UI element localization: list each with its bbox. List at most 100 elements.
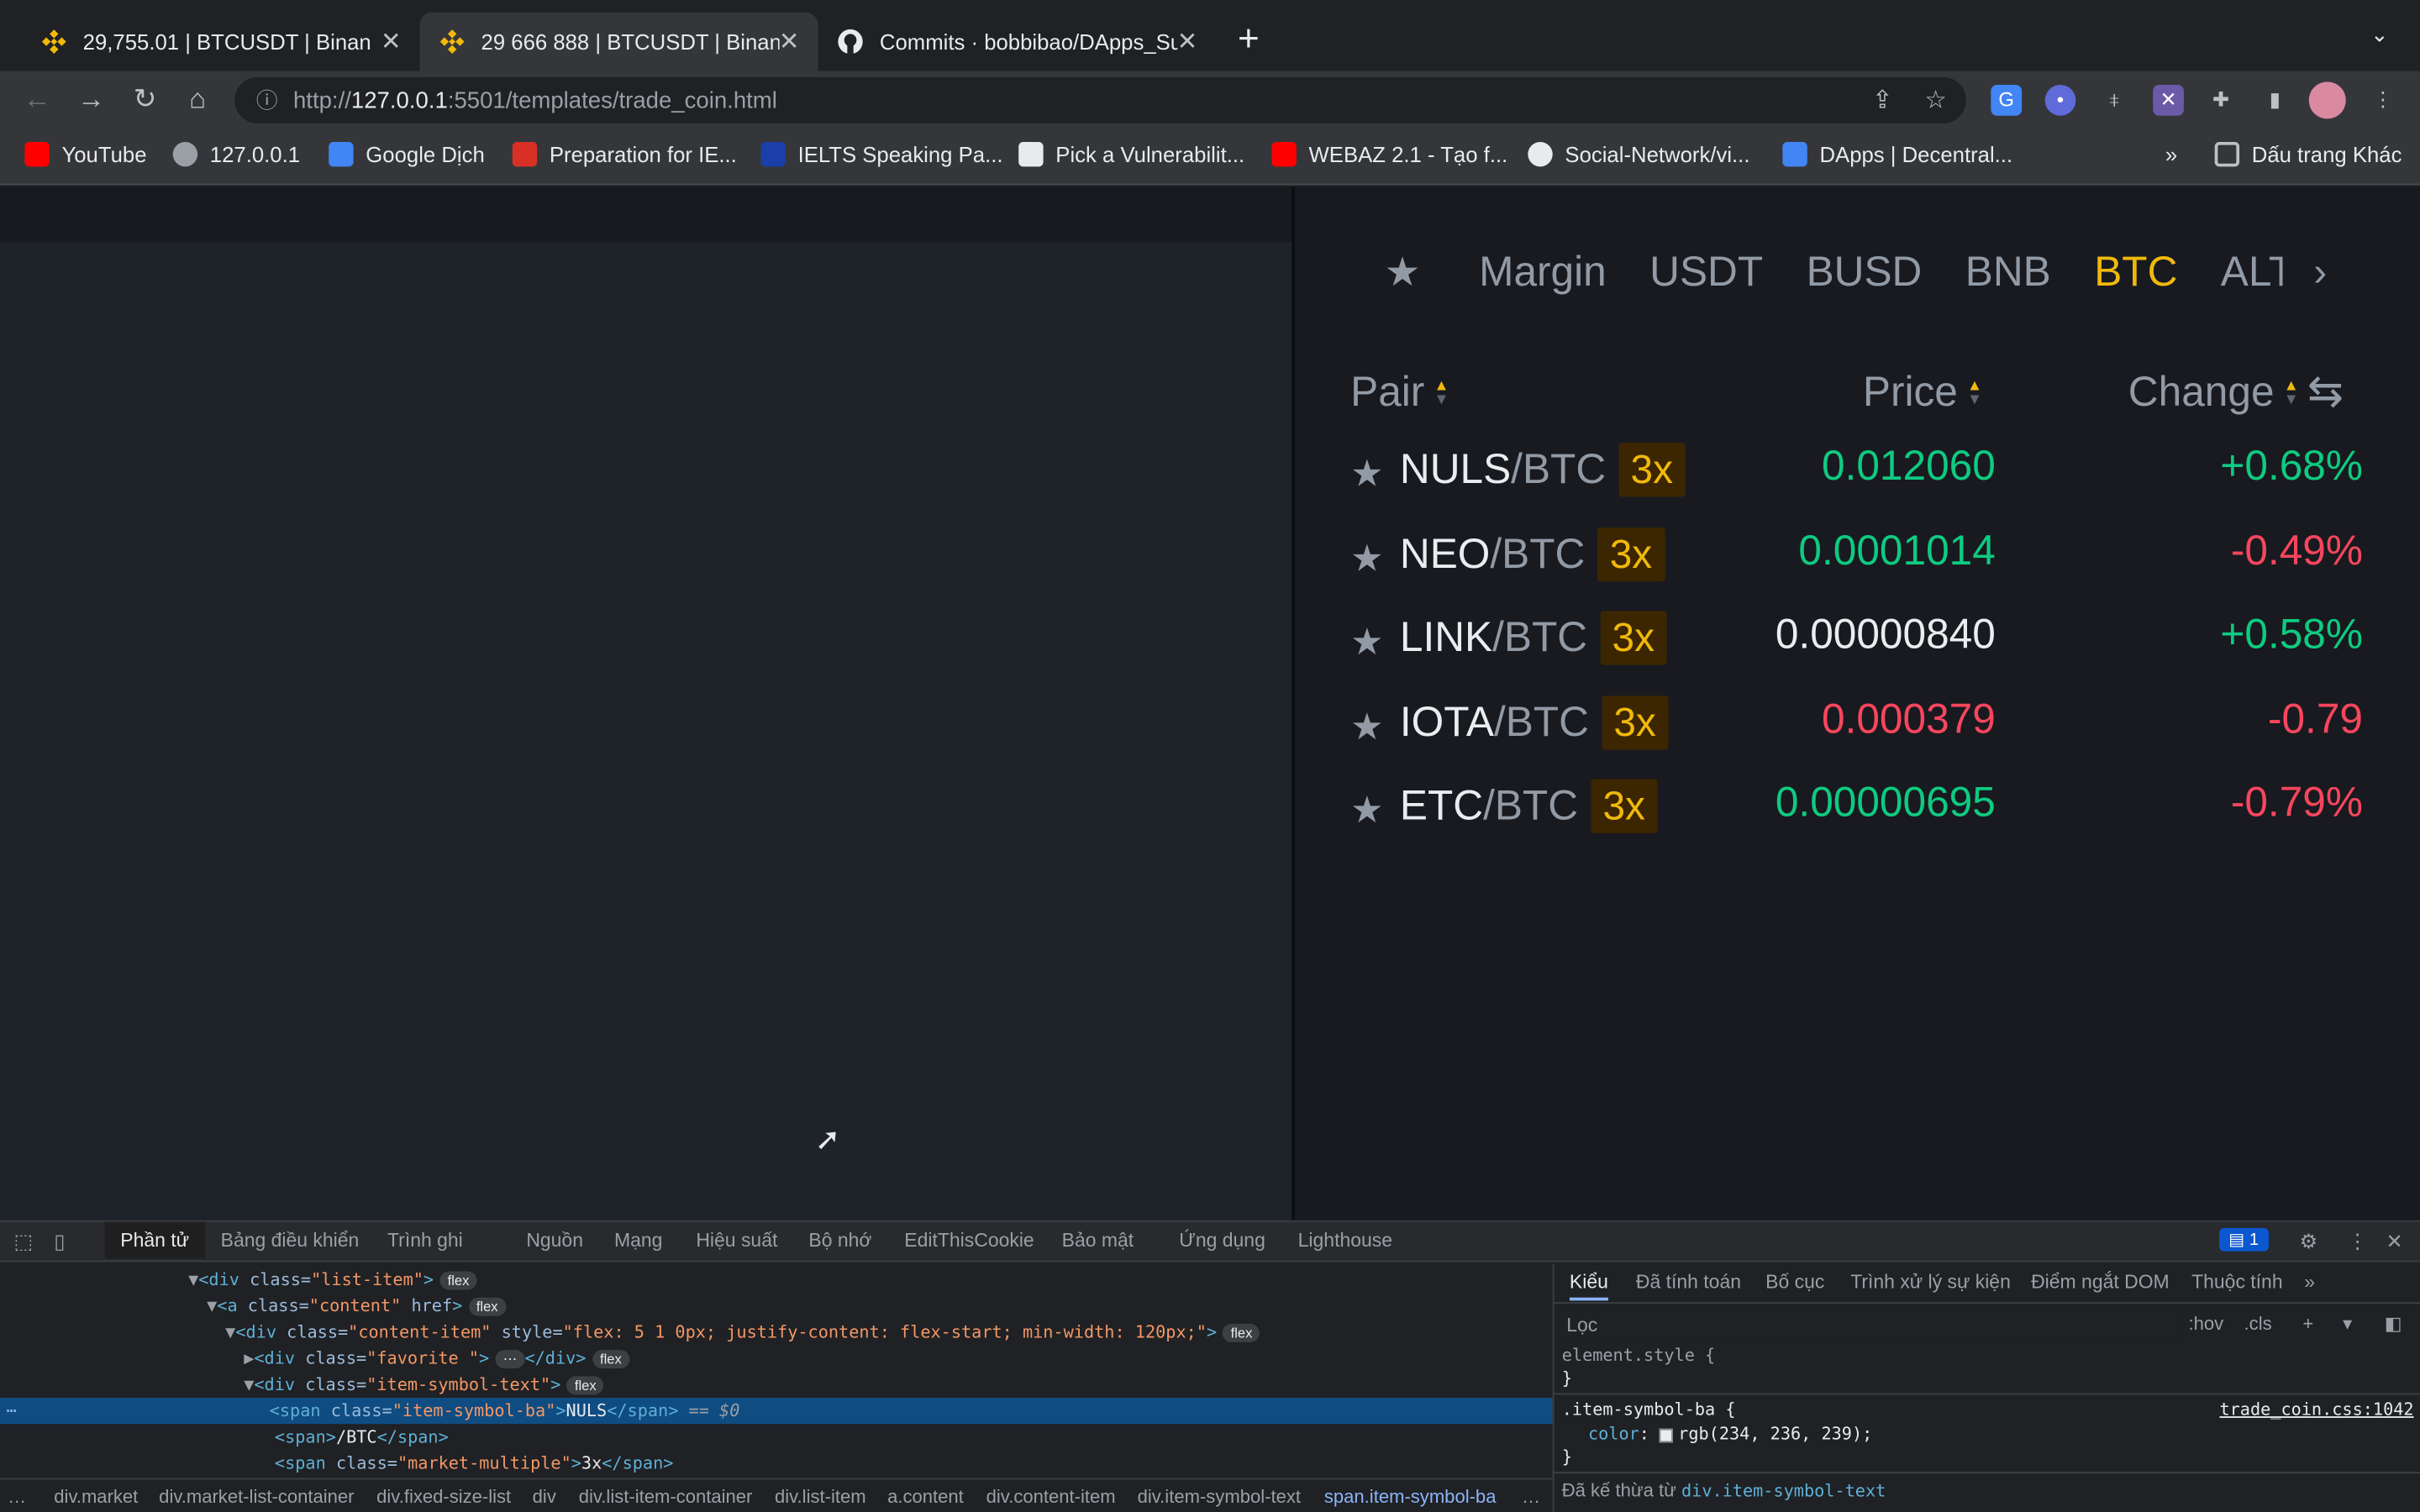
gear-icon[interactable]: ⚙ [2300, 1230, 2317, 1254]
share-icon[interactable]: ⇪ [1872, 85, 1893, 116]
star-icon[interactable]: ★ [1350, 536, 1384, 580]
issues-badge[interactable]: ▤ 1 [2219, 1228, 2269, 1252]
breadcrumb-item[interactable]: div.list-item-container [579, 1486, 753, 1508]
devtools-tab-recorder[interactable]: Trình ghi [387, 1230, 463, 1252]
tab-margin[interactable]: Margin [1479, 249, 1607, 297]
tab-usdt[interactable]: USDT [1649, 249, 1763, 297]
dom-node[interactable]: <span class="market-multiple">3x</span> [275, 1450, 673, 1476]
tab-alts[interactable]: ALTS [2221, 249, 2283, 297]
breadcrumb-item[interactable]: a.content [887, 1486, 964, 1508]
bookmark-youtube[interactable]: YouTube [24, 141, 147, 167]
menu-icon[interactable]: ⋮ [2367, 85, 2398, 116]
avatar[interactable] [2308, 81, 2346, 119]
forward-icon[interactable]: → [72, 83, 109, 116]
bookmarks-overflow[interactable]: » [2165, 142, 2177, 166]
breadcrumb-item[interactable]: div [533, 1486, 556, 1508]
dom-node-selected[interactable]: ⋯ <span class="item-symbol-ba">NULS</span… [0, 1398, 1553, 1425]
info-icon[interactable]: ⓘ [256, 85, 278, 116]
close-icon[interactable]: ✕ [2386, 1230, 2403, 1254]
devtools-tab-console[interactable]: Bảng điều khiển [221, 1230, 360, 1252]
close-icon[interactable]: ✕ [381, 26, 402, 57]
tab-btc[interactable]: BTC [2094, 249, 2177, 297]
devtools-tab-elements[interactable]: Phần tử [104, 1221, 205, 1259]
market-row[interactable]: ★ NULS/BTC 3x 0.012060 +0.68% [1350, 443, 2363, 504]
breadcrumb-item[interactable]: div.market [54, 1486, 138, 1508]
address-bar[interactable]: ⓘ http://127.0.0.1:5501/templates/trade_… [234, 76, 1966, 123]
devtools-tab-network[interactable]: Mạng [614, 1230, 662, 1252]
bookmark-webaz[interactable]: WEBAZ 2.1 - Tạo f... [1271, 141, 1507, 167]
star-icon[interactable]: ☆ [1924, 85, 1946, 116]
dom-node[interactable]: <span>/BTC</span> [275, 1424, 449, 1450]
breadcrumb-more[interactable]: … [1522, 1486, 1540, 1508]
header-change[interactable]: Change ▲ ▼ [2128, 369, 2299, 417]
dom-node[interactable]: ▼<div class="content-item" style="flex: … [225, 1319, 1260, 1345]
extension-face-icon[interactable]: • [2044, 85, 2076, 116]
star-icon[interactable]: ★ [1350, 620, 1384, 664]
new-tab-button[interactable]: + [1238, 18, 1260, 61]
bookmark-google-translate[interactable]: Google Dịch [329, 141, 485, 167]
color-swatch[interactable] [1660, 1427, 1674, 1442]
add-rule-icon[interactable]: + [2302, 1313, 2313, 1335]
styles-tab-dom-breakpoints[interactable]: Điểm ngắt DOM [2031, 1271, 2170, 1293]
breadcrumb-more[interactable]: … [8, 1486, 26, 1508]
bookmark-ielts-prep[interactable]: Preparation for IE... [512, 141, 737, 167]
back-icon[interactable]: ← [18, 83, 55, 116]
tab-bnb[interactable]: BNB [1965, 249, 2051, 297]
bookmark-vulnerability[interactable]: Pick a Vulnerabilit... [1018, 141, 1244, 167]
devtools-tab-performance[interactable]: Hiệu suất [696, 1230, 777, 1252]
browser-tab-3[interactable]: Commits · bobbibao/DApps_Su ✕ [818, 13, 1216, 71]
extension-icon[interactable]: ⧧ [2099, 85, 2130, 116]
devtools-tab-lighthouse[interactable]: Lighthouse [1298, 1230, 1392, 1252]
paint-icon[interactable]: ▾ [2343, 1313, 2352, 1335]
styles-tab-properties[interactable]: Thuộc tính [2191, 1271, 2283, 1293]
css-declaration[interactable]: color: rgb(234, 236, 239); [1588, 1424, 1872, 1444]
tab-busd[interactable]: BUSD [1807, 249, 1923, 297]
inherited-from-link[interactable]: div.item-symbol-text [1681, 1481, 1886, 1501]
devtools-tab-editthiscookie[interactable]: EditThisCookie [904, 1230, 1034, 1252]
reload-icon[interactable]: ↻ [127, 83, 164, 116]
css-rule-selector[interactable]: .item-symbol-ba { [1562, 1399, 1736, 1420]
breadcrumb-item[interactable]: div.content-item [986, 1486, 1116, 1508]
breadcrumb-item[interactable]: div.item-symbol-text [1138, 1486, 1301, 1508]
header-price[interactable]: Price ▲ ▼ [1863, 369, 1982, 417]
css-source-link[interactable]: trade_coin.css:1042 [2219, 1399, 2413, 1420]
devtools-tab-sources[interactable]: Nguồn [526, 1230, 583, 1252]
element-style-rule[interactable]: element.style { [1562, 1346, 1715, 1366]
header-pair[interactable]: Pair ▲ ▼ [1350, 369, 1449, 417]
bookmark-social-network[interactable]: Social-Network/vi... [1528, 141, 1749, 167]
inspect-icon[interactable]: ⬚ [14, 1230, 34, 1254]
market-row[interactable]: ★ ETC/BTC 3x 0.00000695 -0.79% [1350, 779, 2363, 841]
styles-filter-input[interactable]: Lọc [1560, 1310, 2178, 1341]
star-icon[interactable]: ★ [1350, 452, 1384, 496]
devtools-tab-security[interactable]: Bảo mật [1062, 1230, 1134, 1252]
sidebar-toggle-icon[interactable]: ◧ [2385, 1313, 2402, 1335]
breadcrumb-item[interactable]: div.list-item [775, 1486, 866, 1508]
hov-toggle[interactable]: :hov [2188, 1313, 2223, 1335]
dom-node[interactable]: ▶<div class="favorite "> ⋯ </div> flex [244, 1346, 629, 1372]
star-icon[interactable]: ★ [1350, 789, 1384, 833]
browser-tab-2[interactable]: 29 666 888 | BTCUSDT | Binan ✕ [419, 12, 818, 71]
dom-node[interactable]: ▼<div class="item-symbol-text"> flex [244, 1372, 604, 1398]
styles-tab-computed[interactable]: Đã tính toán [1636, 1271, 1741, 1293]
chevron-down-icon[interactable]: ⌄ [2370, 22, 2389, 48]
extension-cookie-icon[interactable]: ✕ [2153, 85, 2184, 116]
styles-tab-listeners[interactable]: Trình xử lý sự kiện [1850, 1271, 2011, 1293]
other-bookmarks[interactable]: Dấu trang Khác [2214, 141, 2402, 167]
breadcrumb-item[interactable]: div.market-list-container [159, 1486, 354, 1508]
google-translate-icon[interactable]: G [1991, 85, 2023, 116]
device-toggle-icon[interactable]: ▯ [54, 1230, 65, 1254]
dom-node[interactable]: ▼<div class="list-item"> flex [188, 1267, 477, 1293]
more-tabs-icon[interactable]: » [2304, 1271, 2315, 1293]
market-row[interactable]: ★ IOTA/BTC 3x 0.000379 -0.79 [1350, 695, 2363, 756]
breadcrumb-item-selected[interactable]: span.item-symbol-ba [1324, 1486, 1497, 1508]
market-row[interactable]: ★ NEO/BTC 3x 0.0001014 -0.49% [1350, 527, 2363, 588]
devtools-tab-memory[interactable]: Bộ nhớ [808, 1230, 871, 1252]
styles-tab-styles[interactable]: Kiểu [1569, 1271, 1608, 1301]
cls-toggle[interactable]: .cls [2244, 1313, 2272, 1335]
styles-tab-layout[interactable]: Bố cục [1765, 1271, 1824, 1293]
more-icon[interactable]: ⋮ [2348, 1230, 2368, 1254]
devtools-tab-application[interactable]: Ứng dụng [1179, 1230, 1265, 1252]
close-icon[interactable]: ✕ [1177, 26, 1198, 57]
sidepanel-icon[interactable]: ▮ [2260, 85, 2291, 116]
breadcrumb-item[interactable]: div.fixed-size-list [376, 1486, 511, 1508]
